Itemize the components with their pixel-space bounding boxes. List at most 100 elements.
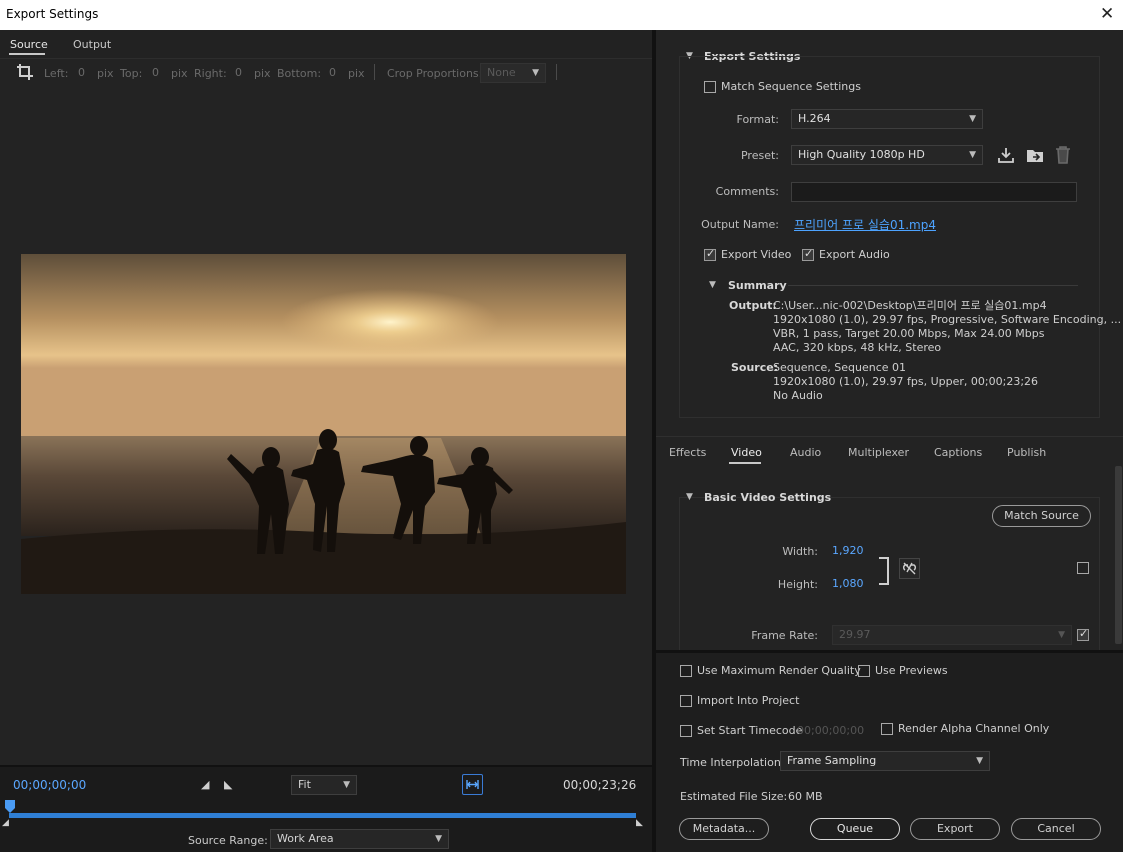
preset-select[interactable]: High Quality 1080p HD ▼ bbox=[791, 145, 983, 165]
save-preset-icon[interactable] bbox=[997, 146, 1015, 164]
frame-rate-value: 29.97 bbox=[839, 628, 871, 641]
frame-rate-select[interactable]: 29.97 ▼ bbox=[832, 625, 1072, 645]
summary-chevron-icon[interactable]: ▼ bbox=[709, 280, 716, 290]
chevron-down-icon: ▼ bbox=[969, 114, 976, 124]
tab-output[interactable]: Output bbox=[73, 38, 111, 51]
width-value[interactable]: 1,920 bbox=[832, 544, 864, 557]
zoom-select[interactable]: Fit ▼ bbox=[291, 775, 357, 795]
max-render-checkbox[interactable] bbox=[680, 665, 692, 677]
start-timecode-checkbox[interactable] bbox=[680, 725, 692, 737]
crop-left-label: Left: bbox=[44, 67, 69, 80]
export-button[interactable]: Export bbox=[910, 818, 1000, 840]
summary-output-text: C:\User...nic-002\Desktop\프리미어 프로 실습01.m… bbox=[773, 299, 1121, 355]
source-range-label: Source Range: bbox=[188, 834, 268, 847]
out-point-handle-icon[interactable]: ◣ bbox=[636, 818, 643, 828]
use-previews-checkbox[interactable] bbox=[858, 665, 870, 677]
format-select[interactable]: H.264 ▼ bbox=[791, 109, 983, 129]
crop-top-value[interactable]: 0 bbox=[152, 66, 159, 79]
match-source-button[interactable]: Match Source bbox=[992, 505, 1091, 527]
comments-label: Comments: bbox=[715, 185, 779, 198]
chevron-down-icon: ▼ bbox=[343, 780, 350, 790]
link-bracket bbox=[879, 557, 889, 585]
start-timecode-value[interactable]: 00;00;00;00 bbox=[797, 724, 864, 737]
export-audio-checkbox[interactable] bbox=[802, 247, 814, 261]
unlink-icon[interactable] bbox=[899, 558, 920, 579]
playhead-icon[interactable] bbox=[5, 800, 15, 814]
source-range-select[interactable]: Work Area ▼ bbox=[270, 829, 449, 849]
preset-label: Preset: bbox=[740, 149, 779, 162]
match-sequence-checkbox[interactable] bbox=[704, 81, 716, 93]
width-height-override-checkbox[interactable] bbox=[1077, 562, 1089, 574]
mark-in-icon[interactable]: ◢ bbox=[201, 778, 209, 791]
render-alpha-checkbox[interactable] bbox=[881, 723, 893, 735]
summary-source-line: No Audio bbox=[773, 389, 823, 402]
divider bbox=[556, 64, 557, 80]
delete-preset-icon[interactable] bbox=[1055, 146, 1071, 164]
current-timecode[interactable]: 00;00;00;00 bbox=[13, 778, 86, 792]
tab-effects[interactable]: Effects bbox=[669, 446, 706, 459]
output-name-link[interactable]: 프리미어 프로 실습01.mp4 bbox=[794, 216, 936, 233]
file-size-label: Estimated File Size: bbox=[680, 790, 788, 803]
export-audio-label: Export Audio bbox=[819, 248, 890, 261]
summary-source-line: Sequence, Sequence 01 bbox=[773, 361, 907, 374]
crop-proportions-label: Crop Proportions: bbox=[387, 67, 483, 80]
tab-video[interactable]: Video bbox=[731, 446, 762, 459]
summary-title: Summary bbox=[728, 279, 787, 292]
time-interpolation-select[interactable]: Frame Sampling ▼ bbox=[780, 751, 990, 771]
render-alpha-label: Render Alpha Channel Only bbox=[898, 722, 1050, 735]
export-video-checkbox[interactable] bbox=[704, 247, 716, 261]
crop-right-unit: pix bbox=[254, 67, 271, 80]
crop-toolbar: Left: 0 pix Top: 0 pix Right: 0 pix Bott… bbox=[0, 58, 652, 86]
crop-right-value[interactable]: 0 bbox=[235, 66, 242, 79]
tab-multiplexer[interactable]: Multiplexer bbox=[848, 446, 909, 459]
tab-audio[interactable]: Audio bbox=[790, 446, 821, 459]
chevron-down-icon: ▼ bbox=[1058, 630, 1065, 640]
summary-output-line: 1920x1080 (1.0), 29.97 fps, Progressive,… bbox=[773, 313, 1122, 326]
import-project-checkbox[interactable] bbox=[680, 695, 692, 707]
chevron-down-icon: ▼ bbox=[969, 150, 976, 160]
height-value[interactable]: 1,080 bbox=[832, 577, 864, 590]
tab-captions[interactable]: Captions bbox=[934, 446, 982, 459]
output-name-label: Output Name: bbox=[701, 218, 779, 231]
tab-publish[interactable]: Publish bbox=[1007, 446, 1046, 459]
summary-source-text: Sequence, Sequence 01 1920x1080 (1.0), 2… bbox=[773, 361, 1038, 403]
window-title: Export Settings bbox=[6, 7, 99, 21]
summary-output-line: VBR, 1 pass, Target 20.00 Mbps, Max 24.0… bbox=[773, 327, 1045, 340]
basic-video-chevron-icon[interactable]: ▼ bbox=[686, 492, 693, 502]
import-preset-icon[interactable] bbox=[1025, 146, 1045, 164]
frame-rate-override-checkbox[interactable] bbox=[1077, 627, 1089, 641]
summary-output-line: AAC, 320 kbps, 48 kHz, Stereo bbox=[773, 341, 942, 354]
timeline-bar: 00;00;00;00 ◢ ◣ Fit ▼ 00;00;23;26 ◢ ◣ So… bbox=[0, 765, 652, 852]
in-point-handle-icon[interactable]: ◢ bbox=[2, 818, 9, 828]
height-label: Height: bbox=[777, 578, 818, 591]
queue-button[interactable]: Queue bbox=[810, 818, 900, 840]
file-size-value: 60 MB bbox=[788, 790, 823, 803]
preview-tabs: Source Output bbox=[0, 30, 652, 58]
crop-bottom-value[interactable]: 0 bbox=[329, 66, 336, 79]
metadata-button[interactable]: Metadata... bbox=[679, 818, 769, 840]
video-preview bbox=[21, 254, 626, 594]
crop-proportions-select[interactable]: None ▼ bbox=[480, 63, 546, 83]
settings-panel: ▼ Export Settings Match Sequence Setting… bbox=[656, 30, 1123, 852]
match-sequence-label: Match Sequence Settings bbox=[721, 80, 861, 93]
crop-icon[interactable] bbox=[16, 63, 34, 81]
crop-top-unit: pix bbox=[171, 67, 188, 80]
fit-width-icon[interactable] bbox=[462, 774, 483, 795]
divider bbox=[788, 285, 1078, 286]
settings-scrollbar[interactable] bbox=[1115, 466, 1122, 644]
crop-left-value[interactable]: 0 bbox=[78, 66, 85, 79]
time-interpolation-label: Time Interpolation: bbox=[680, 756, 785, 769]
tab-source-underline bbox=[9, 53, 45, 55]
mark-out-icon[interactable]: ◣ bbox=[224, 778, 232, 791]
summary-output-label: Output: bbox=[729, 299, 777, 312]
cancel-button[interactable]: Cancel bbox=[1011, 818, 1101, 840]
tab-source[interactable]: Source bbox=[10, 38, 48, 51]
chevron-down-icon: ▼ bbox=[435, 834, 442, 844]
frame-rate-label: Frame Rate: bbox=[751, 629, 818, 642]
close-icon[interactable]: ✕ bbox=[1100, 4, 1114, 24]
source-range-value: Work Area bbox=[277, 832, 334, 845]
comments-field[interactable] bbox=[791, 182, 1077, 202]
crop-bottom-unit: pix bbox=[348, 67, 365, 80]
chevron-down-icon: ▼ bbox=[532, 68, 539, 78]
timeline-track[interactable] bbox=[9, 813, 636, 818]
